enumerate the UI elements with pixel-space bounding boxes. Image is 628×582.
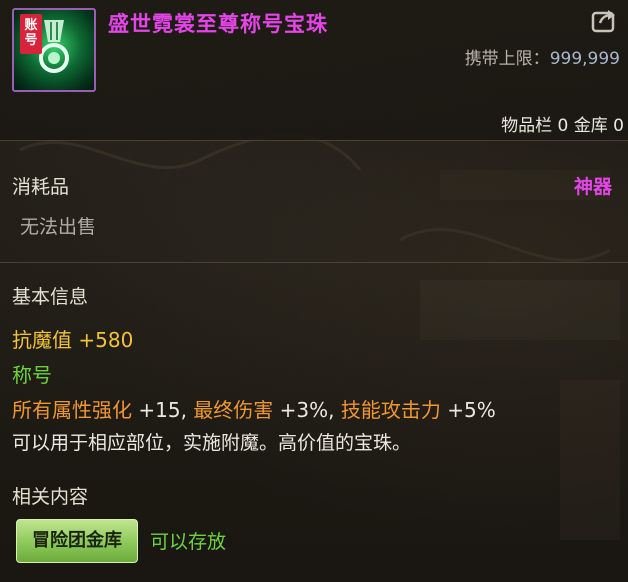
carry-limit: 携带上限：999,999 bbox=[465, 44, 620, 69]
stats-line: 所有属性强化 +15, 最终伤害 +3%, 技能攻击力 +5% bbox=[12, 398, 496, 422]
stat-label: 所有属性强化 bbox=[12, 398, 132, 422]
item-icon-frame[interactable]: 账号 bbox=[12, 8, 96, 92]
carry-limit-value: 999,999 bbox=[549, 49, 620, 69]
divider bbox=[0, 140, 628, 141]
stat-value: +5% bbox=[447, 398, 496, 422]
item-name: 盛世霓裳至尊称号宝珠 bbox=[108, 12, 328, 36]
item-header: 账号 盛世霓裳至尊称号宝珠 携带上限：999,999 物品栏 0 金库 0 bbox=[0, 0, 628, 140]
account-bound-tag: 账号 bbox=[20, 14, 42, 54]
storable-status: 可以存放 bbox=[150, 531, 227, 553]
divider bbox=[0, 262, 628, 263]
stat-value: +15 bbox=[138, 398, 181, 422]
stat-label: 最终伤害 bbox=[193, 398, 274, 422]
basic-info-title: 基本信息 bbox=[12, 286, 89, 308]
storage-count: 物品栏 0 金库 0 bbox=[501, 116, 624, 136]
adventure-vault-button[interactable]: 冒险团金库 bbox=[16, 519, 138, 563]
magic-resist-value: +580 bbox=[78, 328, 134, 352]
item-tooltip: 账号 盛世霓裳至尊称号宝珠 携带上限：999,999 物品栏 0 金库 0 消耗… bbox=[0, 0, 628, 582]
rarity-label: 神器 bbox=[573, 176, 612, 198]
carry-limit-label: 携带上限： bbox=[464, 49, 550, 69]
magic-resist-label: 抗魔值 bbox=[12, 328, 72, 352]
related-title: 相关内容 bbox=[12, 486, 89, 508]
magic-resist-line: 抗魔值 +580 bbox=[12, 324, 133, 353]
stat-label: 技能攻击力 bbox=[340, 398, 441, 422]
item-type: 消耗品 bbox=[12, 176, 70, 198]
sell-status: 无法出售 bbox=[20, 216, 97, 238]
stat-value: +3% bbox=[279, 398, 329, 422]
item-description: 可以用于相应部位，实施附魔。高价值的宝珠。 bbox=[12, 432, 412, 454]
share-icon[interactable] bbox=[590, 6, 618, 34]
title-type-label: 称号 bbox=[12, 363, 52, 387]
